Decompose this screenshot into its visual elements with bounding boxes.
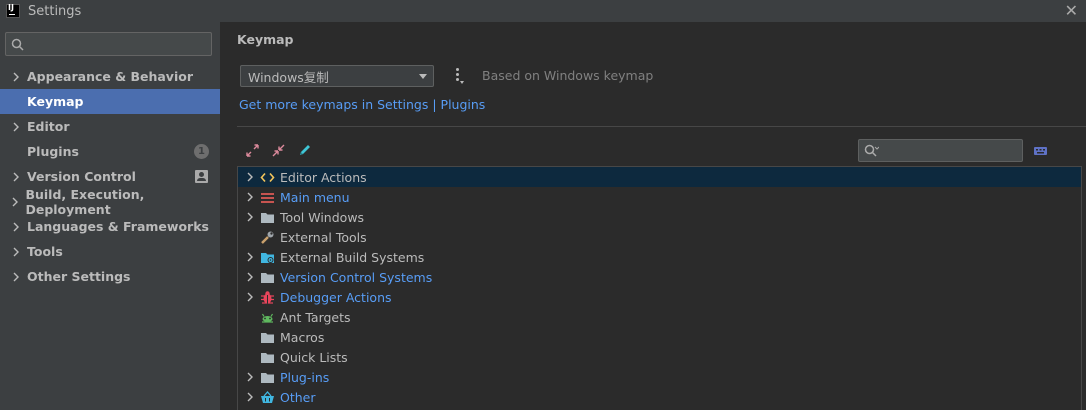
chevron-right-icon[interactable]	[0, 72, 27, 82]
tree-row-label: Plug-ins	[280, 369, 330, 385]
chevron-right-icon[interactable]	[238, 172, 258, 182]
tree-row-tool-windows[interactable]: Tool Windows	[238, 207, 1081, 227]
folder-icon	[259, 369, 276, 386]
page-title: Keymap	[237, 32, 294, 47]
chevron-right-icon[interactable]	[238, 252, 258, 262]
sidebar-item-label: Keymap	[27, 94, 84, 109]
divider	[237, 126, 1086, 127]
sidebar-item-languages-frameworks[interactable]: Languages & Frameworks	[0, 214, 220, 239]
tree-row-ant-targets[interactable]: Ant Targets	[238, 307, 1081, 327]
tree-row-label: Main menu	[280, 189, 350, 205]
chevron-right-icon[interactable]	[0, 222, 27, 232]
chevron-right-icon[interactable]	[0, 272, 27, 282]
close-icon[interactable]: ✕	[1065, 1, 1078, 20]
keymap-panel: Keymap Windows复制 Based on Windows keymap…	[220, 22, 1086, 410]
folder-icon	[259, 269, 276, 286]
project-settings-icon	[195, 170, 208, 183]
more-options-icon[interactable]	[454, 68, 464, 86]
keymap-toolbar	[244, 142, 313, 159]
find-by-shortcut-keyboard-icon[interactable]	[1033, 143, 1048, 158]
build-folder-icon	[259, 249, 276, 266]
tree-row-label: Version Control Systems	[280, 269, 433, 285]
folder-icon	[259, 209, 276, 226]
sidebar-item-label: Version Control	[27, 169, 136, 184]
sidebar-item-keymap[interactable]: Keymap	[0, 89, 220, 114]
settings-search-input[interactable]	[29, 37, 209, 51]
chevron-right-icon[interactable]	[238, 192, 258, 202]
tree-row-label: External Tools	[280, 229, 367, 245]
shortcut-search-box[interactable]	[858, 139, 1023, 162]
tree-row-plug-ins[interactable]: Plug-ins	[238, 367, 1081, 387]
chevron-down-icon	[419, 74, 427, 79]
tree-row-label: Other	[280, 389, 316, 405]
sidebar-item-tools[interactable]: Tools	[0, 239, 220, 264]
sidebar-item-label: Tools	[27, 244, 63, 259]
chevron-right-icon[interactable]	[0, 247, 27, 257]
sidebar-item-label: Build, Execution, Deployment	[25, 186, 145, 217]
tree-row-label: External Build Systems	[280, 249, 425, 265]
expand-all-icon[interactable]	[244, 142, 261, 159]
get-more-keymaps-link[interactable]: Get more keymaps in Settings | Plugins	[239, 97, 485, 112]
settings-search-box[interactable]	[5, 32, 212, 56]
chevron-right-icon[interactable]	[0, 172, 27, 182]
chevron-right-icon[interactable]	[0, 197, 25, 207]
tree-row-label: Quick Lists	[280, 349, 348, 365]
folder-icon	[259, 349, 276, 366]
ant-icon	[259, 309, 276, 326]
tree-row-label: Editor Actions	[280, 169, 367, 185]
edit-pencil-icon[interactable]	[296, 142, 313, 159]
title-bar: Settings ✕	[0, 0, 1086, 22]
basket-icon	[259, 389, 276, 406]
tree-row-label: Tool Windows	[280, 209, 365, 225]
intellij-logo-icon	[6, 3, 20, 18]
sidebar-item-editor[interactable]: Editor	[0, 114, 220, 139]
window-title: Settings	[28, 3, 82, 19]
sidebar-item-label: Editor	[27, 119, 70, 134]
tree-row-label: Debugger Actions	[280, 289, 392, 305]
sidebar-item-version-control[interactable]: Version Control	[0, 164, 220, 189]
chevron-right-icon[interactable]	[238, 372, 258, 382]
chevron-right-icon[interactable]	[238, 272, 258, 282]
tree-row-external-tools[interactable]: External Tools	[238, 227, 1081, 247]
keymap-dropdown-value: Windows复制	[248, 69, 329, 85]
bug-icon	[259, 289, 276, 306]
shortcut-search-input[interactable]	[883, 143, 1013, 158]
search-icon	[864, 144, 879, 157]
keymap-action-tree: Editor Actions Main menu Tool Windows Ex…	[237, 166, 1082, 410]
sidebar-item-label: Other Settings	[27, 269, 131, 284]
sidebar-item-label: Appearance & Behavior	[27, 69, 193, 84]
collapse-all-icon[interactable]	[270, 142, 287, 159]
tree-row-main-menu[interactable]: Main menu	[238, 187, 1081, 207]
keymap-dropdown[interactable]: Windows复制	[240, 65, 434, 87]
sidebar-item-label: Plugins	[27, 144, 79, 159]
sidebar-item-label: Languages & Frameworks	[27, 219, 209, 234]
sidebar-item-other-settings[interactable]: Other Settings	[0, 264, 220, 289]
search-icon	[11, 38, 24, 51]
tree-row-editor-actions[interactable]: Editor Actions	[238, 167, 1081, 187]
menu-icon	[259, 189, 276, 206]
settings-nav: Appearance & Behavior Keymap Editor Plug…	[0, 64, 220, 289]
chevron-right-icon[interactable]	[238, 212, 258, 222]
tree-row-label: Ant Targets	[280, 309, 351, 325]
tree-row-external-build-systems[interactable]: External Build Systems	[238, 247, 1081, 267]
tree-row-other[interactable]: Other	[238, 387, 1081, 407]
tree-row-version-control-systems[interactable]: Version Control Systems	[238, 267, 1081, 287]
tree-row-label: Macros	[280, 329, 325, 345]
chevron-right-icon[interactable]	[238, 392, 258, 402]
plugins-update-badge: 1	[194, 144, 209, 159]
code-brackets-icon	[259, 169, 276, 186]
settings-sidebar: Appearance & Behavior Keymap Editor Plug…	[0, 22, 220, 410]
based-on-text: Based on Windows keymap	[482, 68, 654, 83]
chevron-right-icon[interactable]	[238, 292, 258, 302]
sidebar-item-plugins[interactable]: Plugins 1	[0, 139, 220, 164]
sidebar-item-appearance-behavior[interactable]: Appearance & Behavior	[0, 64, 220, 89]
wrench-icon	[259, 229, 276, 246]
sidebar-item-build-execution-deployment[interactable]: Build, Execution, Deployment	[0, 186, 220, 217]
tree-row-quick-lists[interactable]: Quick Lists	[238, 347, 1081, 367]
folder-icon	[259, 329, 276, 346]
chevron-right-icon[interactable]	[0, 122, 27, 132]
tree-row-debugger-actions[interactable]: Debugger Actions	[238, 287, 1081, 307]
tree-row-macros[interactable]: Macros	[238, 327, 1081, 347]
